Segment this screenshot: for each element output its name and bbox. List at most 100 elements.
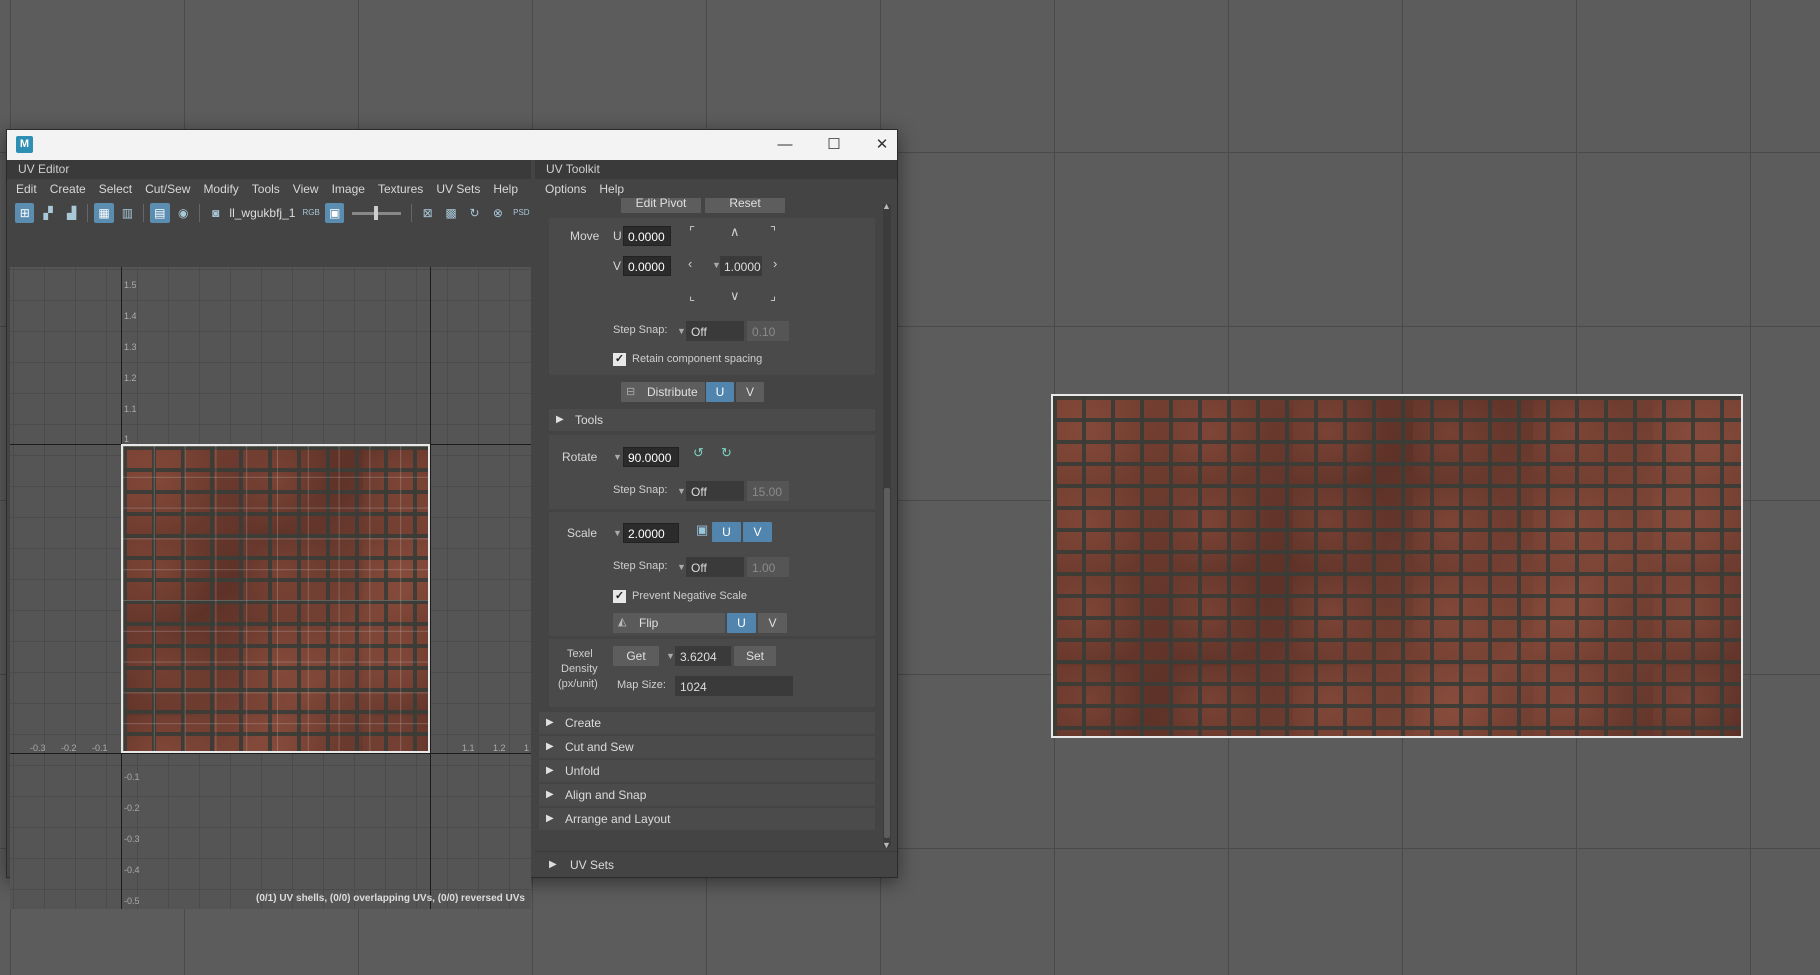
move-up-right-icon[interactable]: ⌝ bbox=[770, 224, 776, 240]
scale-uniform-icon[interactable]: ▣ bbox=[696, 522, 708, 538]
align-and-snap-fold[interactable]: ▶ Align and Snap bbox=[539, 784, 875, 806]
arrange-and-layout-fold[interactable]: ▶ Arrange and Layout bbox=[539, 808, 875, 830]
reset-button[interactable]: Reset bbox=[705, 198, 785, 213]
move-u-input[interactable]: 0.0000 bbox=[623, 226, 671, 246]
menu-select[interactable]: Select bbox=[99, 182, 132, 196]
expand-triangle-icon: ▶ bbox=[546, 765, 554, 776]
expand-triangle-icon: ▶ bbox=[546, 741, 554, 752]
menu-help[interactable]: Help bbox=[599, 182, 624, 196]
move-up-icon[interactable]: ∧ bbox=[730, 224, 740, 240]
menu-uv-sets[interactable]: UV Sets bbox=[436, 182, 480, 196]
menu-help[interactable]: Help bbox=[493, 182, 518, 196]
move-step-snap-mode[interactable]: Off bbox=[686, 321, 744, 341]
uv-sets-fold[interactable]: ▶ UV Sets bbox=[535, 851, 897, 877]
tick-label: -0.3 bbox=[124, 834, 140, 844]
scale-step-snap-value[interactable]: 1.00 bbox=[747, 557, 789, 577]
tools-fold[interactable]: ▶ Tools bbox=[549, 409, 875, 431]
rotate-ccw-icon[interactable]: ↺ bbox=[693, 445, 704, 461]
move-step-snap-value[interactable]: 0.10 bbox=[747, 321, 789, 341]
menu-create[interactable]: Create bbox=[50, 182, 86, 196]
menu-view[interactable]: View bbox=[293, 182, 319, 196]
move-up-left-icon[interactable]: ⌜ bbox=[689, 224, 695, 240]
texel-set-button[interactable]: Set bbox=[734, 646, 776, 666]
display-grid-icon[interactable]: ▦ bbox=[94, 203, 114, 223]
retain-spacing-checkbox[interactable]: ✓ bbox=[613, 353, 626, 366]
toolkit-scroll-area[interactable]: Edit Pivot Reset Move U 0.0000 V 0.0000 … bbox=[535, 198, 883, 847]
menu-cut-sew[interactable]: Cut/Sew bbox=[145, 182, 190, 196]
close-icon[interactable]: ✕ bbox=[867, 134, 897, 156]
step-snap-dropdown-icon[interactable]: ▼ bbox=[677, 326, 686, 336]
move-down-icon[interactable]: ∨ bbox=[730, 288, 740, 304]
uv-canvas[interactable]: 1.5 1.4 1.3 1.2 1.1 1 -0.1 -0.2 -0.3 -0.… bbox=[10, 267, 531, 909]
rotate-dropdown-icon[interactable]: ▼ bbox=[613, 452, 622, 462]
scroll-up-icon[interactable]: ▲ bbox=[882, 201, 891, 211]
uv-shell-icon[interactable]: ⊞ bbox=[15, 203, 35, 223]
grid-toggle-icon[interactable]: ▤ bbox=[150, 203, 170, 223]
uv-status-text: (0/1) UV shells, (0/0) overlapping UVs, … bbox=[256, 893, 525, 904]
rotate-cw-icon[interactable]: ↻ bbox=[721, 445, 732, 461]
minimize-icon[interactable]: — bbox=[770, 134, 800, 156]
move-down-left-icon[interactable]: ⌞ bbox=[689, 288, 695, 304]
map-size-input[interactable]: 1024 bbox=[675, 676, 793, 696]
scale-input[interactable]: 2.0000 bbox=[623, 523, 679, 543]
toolkit-scrollbar[interactable]: ▲ ▼ bbox=[882, 201, 891, 850]
scale-u-button[interactable]: U bbox=[712, 522, 741, 542]
menu-edit[interactable]: Edit bbox=[16, 182, 37, 196]
image-name-label[interactable]: ll_wgukbfj_1 bbox=[229, 206, 295, 220]
move-down-right-icon[interactable]: ⌟ bbox=[770, 288, 776, 304]
image-edit-icon[interactable]: ▩ bbox=[441, 203, 460, 223]
texel-dropdown-icon[interactable]: ▼ bbox=[666, 651, 675, 661]
flip-v-button[interactable]: V bbox=[758, 613, 787, 633]
maximize-icon[interactable]: ☐ bbox=[819, 134, 849, 156]
snapshot-icon[interactable]: ⊠ bbox=[418, 203, 437, 223]
scale-step-snap-mode[interactable]: Off bbox=[686, 557, 744, 577]
distribute-icon: ⊟ bbox=[626, 386, 636, 398]
tick-label: -0.1 bbox=[92, 743, 108, 753]
scale-dropdown-icon[interactable]: ▼ bbox=[613, 528, 622, 538]
step-snap-dropdown-icon[interactable]: ▼ bbox=[677, 562, 686, 572]
edit-pivot-button[interactable]: Edit Pivot bbox=[621, 198, 701, 213]
remove-icon[interactable]: ⊗ bbox=[488, 203, 507, 223]
scale-v-button[interactable]: V bbox=[743, 522, 772, 542]
flip-u-button[interactable]: U bbox=[727, 613, 756, 633]
menu-image[interactable]: Image bbox=[332, 182, 365, 196]
prevent-negative-scale-checkbox[interactable]: ✓ bbox=[613, 590, 626, 603]
image-display-icon[interactable]: ▣ bbox=[324, 203, 345, 223]
move-left-icon[interactable]: ‹ bbox=[688, 256, 692, 271]
uv-shell-alt-icon[interactable]: ▞ bbox=[38, 203, 57, 223]
move-label: Move bbox=[570, 229, 600, 243]
camera-icon[interactable]: ◙ bbox=[206, 203, 225, 223]
exposure-slider[interactable] bbox=[352, 205, 401, 220]
rotate-step-snap-mode[interactable]: Off bbox=[686, 481, 744, 501]
refresh-icon[interactable]: ↻ bbox=[465, 203, 484, 223]
move-step-input[interactable]: 1.0000 bbox=[720, 256, 762, 276]
create-fold[interactable]: ▶ Create bbox=[539, 712, 875, 734]
menu-textures[interactable]: Textures bbox=[378, 182, 423, 196]
texel-density-input[interactable]: 3.6204 bbox=[675, 646, 731, 666]
scroll-down-icon[interactable]: ▼ bbox=[882, 840, 891, 850]
step-snap-dropdown-icon[interactable]: ▼ bbox=[677, 486, 686, 496]
texel-get-button[interactable]: Get bbox=[613, 646, 659, 666]
rotate-input[interactable]: 90.0000 bbox=[623, 447, 679, 467]
shaded-icon[interactable]: ◉ bbox=[174, 203, 193, 223]
menu-tools[interactable]: Tools bbox=[252, 182, 280, 196]
menu-modify[interactable]: Modify bbox=[203, 182, 238, 196]
uv-shell-tile[interactable] bbox=[121, 444, 430, 753]
display-grid-alt-icon[interactable]: ▥ bbox=[118, 203, 137, 223]
flip-button[interactable]: Flip bbox=[613, 613, 725, 633]
uv-shell-alt2-icon[interactable]: ▟ bbox=[62, 203, 81, 223]
rgb-channel-icon[interactable]: RGB bbox=[301, 203, 320, 223]
rotate-step-snap-value[interactable]: 15.00 bbox=[747, 481, 789, 501]
distribute-u-button[interactable]: U bbox=[706, 382, 734, 402]
move-right-icon[interactable]: › bbox=[773, 256, 777, 271]
cut-and-sew-fold[interactable]: ▶ Cut and Sew bbox=[539, 736, 875, 758]
window-titlebar[interactable]: M — ☐ ✕ bbox=[7, 130, 897, 160]
distribute-v-button[interactable]: V bbox=[736, 382, 764, 402]
move-v-input[interactable]: 0.0000 bbox=[623, 256, 671, 276]
unfold-fold[interactable]: ▶ Unfold bbox=[539, 760, 875, 782]
psd-icon[interactable]: PSD bbox=[512, 203, 531, 223]
scrollbar-thumb[interactable] bbox=[884, 488, 890, 838]
viewport-textured-plane[interactable] bbox=[1051, 394, 1743, 738]
menu-options[interactable]: Options bbox=[545, 182, 586, 196]
unfold-fold-label: Unfold bbox=[565, 764, 600, 778]
